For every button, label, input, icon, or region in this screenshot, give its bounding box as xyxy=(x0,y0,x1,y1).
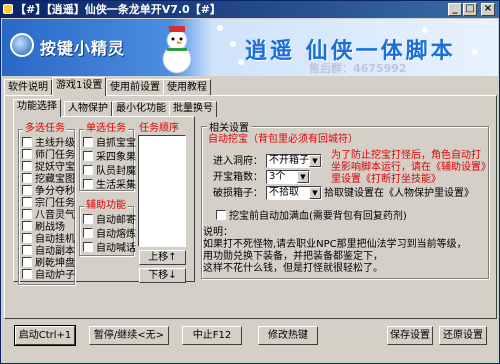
checkbox-auto-dungeon[interactable]: 自动副本 xyxy=(22,245,75,257)
stop-button[interactable]: 中止F12 xyxy=(182,326,242,345)
checkbox-eight-tones[interactable]: 八音灵气 xyxy=(22,209,75,221)
multi-task-title: 多选任务 xyxy=(23,123,67,135)
checkbox-race[interactable]: 争分夺秒 xyxy=(22,185,75,197)
single-task-group: 单选任务 自抓宝宝 采四象果 队员封魔 生活采集 xyxy=(79,123,136,191)
checkbox-catch-pet[interactable]: 自抓宝宝 xyxy=(83,137,136,149)
single-task-title: 单选任务 xyxy=(84,123,128,135)
restore-settings-button[interactable]: 还原设置 xyxy=(439,326,487,345)
checkbox-auto-furnace[interactable]: 自动炉子 xyxy=(22,269,75,281)
window-title: 【#】【逍遥】仙侠一条龙单开V7.0【#】 xyxy=(15,3,221,16)
desc-line-1: 如果打不死怪物,请去职业NPC那里把仙法学习到当前等级， xyxy=(203,239,467,250)
multi-task-group: 多选任务 主线升级 师门任务 捉妖守宝 挖藏宝图 争分夺秒 宗门任务 八音灵气 … xyxy=(18,123,75,285)
move-up-button[interactable]: 上移↑ xyxy=(139,250,186,265)
header-banner: 按键小精灵 逍遥 仙侠一体脚本 售后群：4675992 xyxy=(2,19,498,76)
maximize-button[interactable]: □ xyxy=(463,3,477,16)
assist-group: 辅助功能 自动邮寄 自动熔炼 自动喊话 xyxy=(79,200,136,256)
move-down-button[interactable]: 下移↓ xyxy=(139,268,186,283)
auto-dig-label: 自动挖宝（背包里必须有回城符） xyxy=(208,134,358,145)
close-button[interactable]: × xyxy=(481,3,495,16)
enter-cave-select[interactable]: 不开箱子 ▼ xyxy=(266,154,322,168)
tab-batch-account[interactable]: 批量换号 xyxy=(169,101,217,117)
tab-character-protect[interactable]: 人物保护 xyxy=(64,101,112,117)
enter-cave-label: 进入洞府： xyxy=(213,156,263,167)
checkbox-auto-smelt[interactable]: 自动熔炼 xyxy=(83,228,136,240)
modify-hotkey-button[interactable]: 修改热键 xyxy=(258,326,318,345)
logo-icon xyxy=(10,33,34,57)
tab-function-select[interactable]: 功能选择 xyxy=(13,99,61,117)
tab-game1-settings[interactable]: 游戏1设置 xyxy=(52,77,107,96)
checkbox-treasure-map[interactable]: 挖藏宝图 xyxy=(22,173,75,185)
assist-title: 辅助功能 xyxy=(84,200,128,212)
open-box-label: 开宝箱数： xyxy=(213,172,263,183)
break-box-label: 破损箱子： xyxy=(213,188,263,199)
checkbox-main-upgrade[interactable]: 主线升级 xyxy=(22,137,75,149)
break-box-select[interactable]: 不拾取 ▼ xyxy=(266,186,322,200)
checkbox-four-fruits[interactable]: 采四象果 xyxy=(83,151,136,163)
task-order-list[interactable] xyxy=(138,135,186,247)
checkbox-auto-idle[interactable]: 自动挂机 xyxy=(22,233,75,245)
snowman-icon xyxy=(162,26,192,74)
minimize-button[interactable]: _ xyxy=(448,3,462,16)
chevron-down-icon: ▼ xyxy=(309,155,321,167)
title-bar[interactable]: 【#】【逍遥】仙侠一条龙单开V7.0【#】 _ □ × xyxy=(1,1,499,18)
open-box-select[interactable]: 3个 ▼ xyxy=(266,170,310,184)
tab-software-info[interactable]: 软件说明 xyxy=(4,79,52,96)
checkbox-auto-mail[interactable]: 自动邮寄 xyxy=(83,214,136,226)
start-button[interactable]: 启动Ctrl+1 xyxy=(14,325,76,346)
tab-pre-settings[interactable]: 使用前设置 xyxy=(106,79,164,96)
checkbox-qiankun[interactable]: 刷乾坤盘 xyxy=(22,257,75,269)
pickup-key-note: 拾取键设置在《人物保护里设置》 xyxy=(324,188,474,199)
checkbox-clan-task[interactable]: 宗门任务 xyxy=(22,197,75,209)
dig-note: 为了防止挖宝打怪后，角色自动打坐影响脚本运行，请在《辅助设置》里设置《打断打坐技… xyxy=(331,150,486,185)
desc-line-3: 这样不花什么钱，但是打怪就很轻松了。 xyxy=(203,263,383,274)
checkbox-auto-heal[interactable]: 挖宝前自动加满血(需要背包有回复药剂) xyxy=(216,210,407,222)
task-order-title: 任务顺序 xyxy=(139,123,179,134)
checkbox-life-gather[interactable]: 生活采集 xyxy=(83,179,136,191)
tab-tutorial[interactable]: 使用教程 xyxy=(163,79,211,96)
app-icon xyxy=(3,4,13,14)
checkbox-battlefield[interactable]: 刷战场 xyxy=(22,221,65,233)
checkbox-seal-demon[interactable]: 队员封魔 xyxy=(83,165,136,177)
main-window: 【#】【逍遥】仙侠一条龙单开V7.0【#】 _ □ × 按键小精灵 逍遥 仙侠一… xyxy=(0,0,500,364)
desc-title: 说明： xyxy=(203,227,233,238)
related-settings-title: 相关设置 xyxy=(207,119,251,134)
checkbox-sect-task[interactable]: 师门任务 xyxy=(22,149,75,161)
checkbox-auto-shout[interactable]: 自动喊话 xyxy=(83,242,136,254)
chevron-down-icon: ▼ xyxy=(309,187,321,199)
chevron-down-icon: ▼ xyxy=(297,171,309,183)
save-settings-button[interactable]: 保存设置 xyxy=(387,326,433,345)
logo-text: 按键小精灵 xyxy=(40,39,126,58)
desc-line-2: 用功勋兑换下装备，并把装备都鉴定下， xyxy=(203,251,383,262)
support-group: 售后群：4675992 xyxy=(309,62,407,75)
checkbox-catch-demon[interactable]: 捉妖守宝 xyxy=(22,161,75,173)
pause-button[interactable]: 暂停/继续<无> xyxy=(89,326,169,345)
tab-minimize[interactable]: 最小化功能 xyxy=(112,101,170,117)
